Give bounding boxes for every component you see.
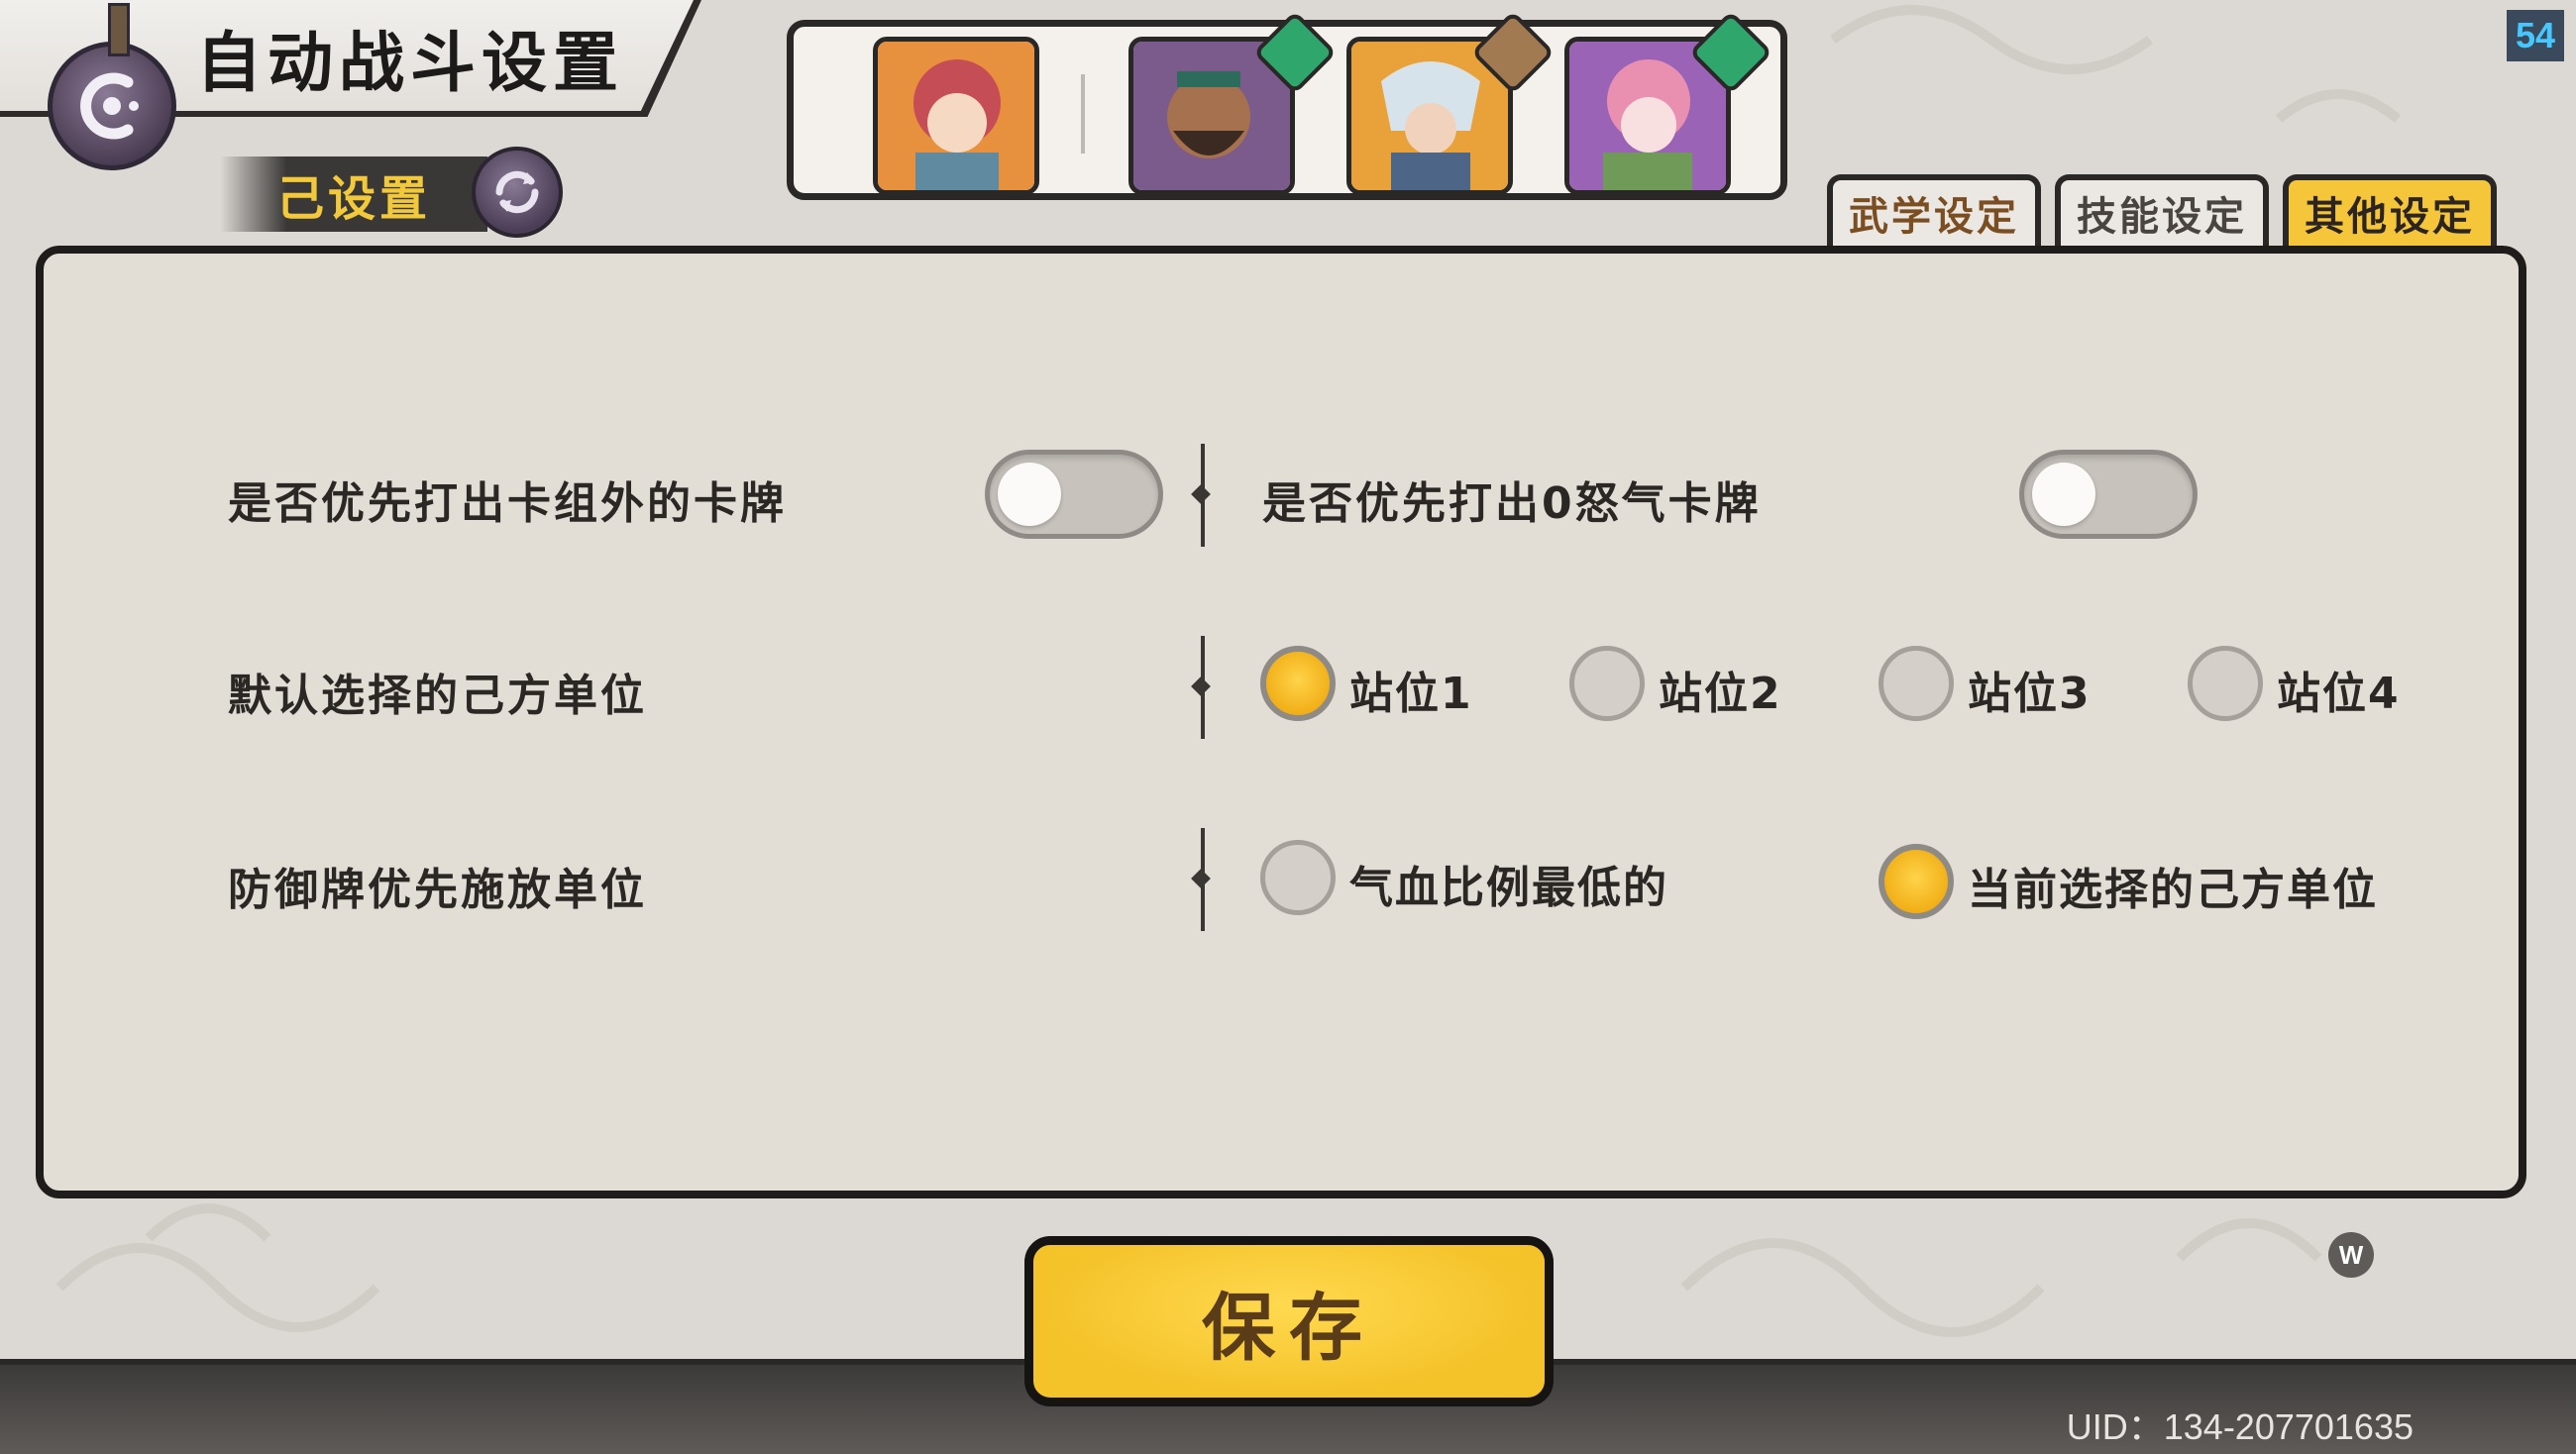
- column-separator: [1201, 828, 1205, 931]
- hero-portrait-strip: [787, 10, 1787, 200]
- radio-position-2[interactable]: [1569, 646, 1645, 721]
- save-button[interactable]: 保存: [1024, 1236, 1554, 1406]
- column-separator: [1201, 636, 1205, 739]
- radio-lowest-hp[interactable]: [1260, 840, 1336, 915]
- radio-position-3[interactable]: [1878, 646, 1954, 721]
- option-position-3: 站位3: [1968, 669, 2092, 719]
- option-position-2: 站位2: [1659, 669, 1782, 719]
- label-defense-target: 防御牌优先施放单位: [228, 865, 647, 915]
- page-title: 自动战斗设置: [196, 25, 624, 101]
- swap-icon: [495, 170, 539, 214]
- column-separator: [1201, 444, 1205, 547]
- option-current-unit: 当前选择的己方单位: [1968, 865, 2378, 915]
- tab-skills[interactable]: 技能设定: [2055, 174, 2269, 246]
- toggle-play-zero-rage[interactable]: [2019, 450, 2198, 539]
- radio-position-1[interactable]: [1260, 646, 1336, 721]
- option-position-4: 站位4: [2277, 669, 2401, 719]
- toggle-play-outside-deck[interactable]: [985, 450, 1163, 539]
- hero-portrait-1[interactable]: [873, 37, 1039, 195]
- fps-counter: 54: [2507, 10, 2564, 61]
- w-badge: W: [2328, 1232, 2374, 1278]
- tab-martial-arts[interactable]: 武学设定: [1827, 174, 2041, 246]
- radio-current-unit[interactable]: [1878, 844, 1954, 919]
- toggle-knob: [2032, 463, 2095, 526]
- hang-rod: [108, 3, 130, 56]
- label-default-unit: 默认选择的己方单位: [228, 671, 647, 721]
- hero-divider: [1081, 74, 1085, 154]
- toggle-knob: [998, 463, 1061, 526]
- option-lowest-hp: 气血比例最低的: [1349, 863, 1668, 913]
- preset-label: 己设置: [220, 156, 487, 232]
- label-play-outside-deck: 是否优先打出卡组外的卡牌: [228, 478, 787, 529]
- back-arrow-icon: [80, 72, 139, 140]
- tab-other[interactable]: 其他设定: [2283, 174, 2497, 246]
- radio-position-4[interactable]: [2188, 646, 2263, 721]
- back-button[interactable]: [48, 3, 176, 170]
- option-position-1: 站位1: [1349, 669, 1473, 719]
- hero-1-art: [878, 42, 1034, 190]
- uid-text: UID：134-207701635: [2066, 1406, 2414, 1447]
- preset-switch-button[interactable]: [472, 147, 563, 238]
- label-play-zero-rage: 是否优先打出0怒气卡牌: [1262, 478, 1762, 529]
